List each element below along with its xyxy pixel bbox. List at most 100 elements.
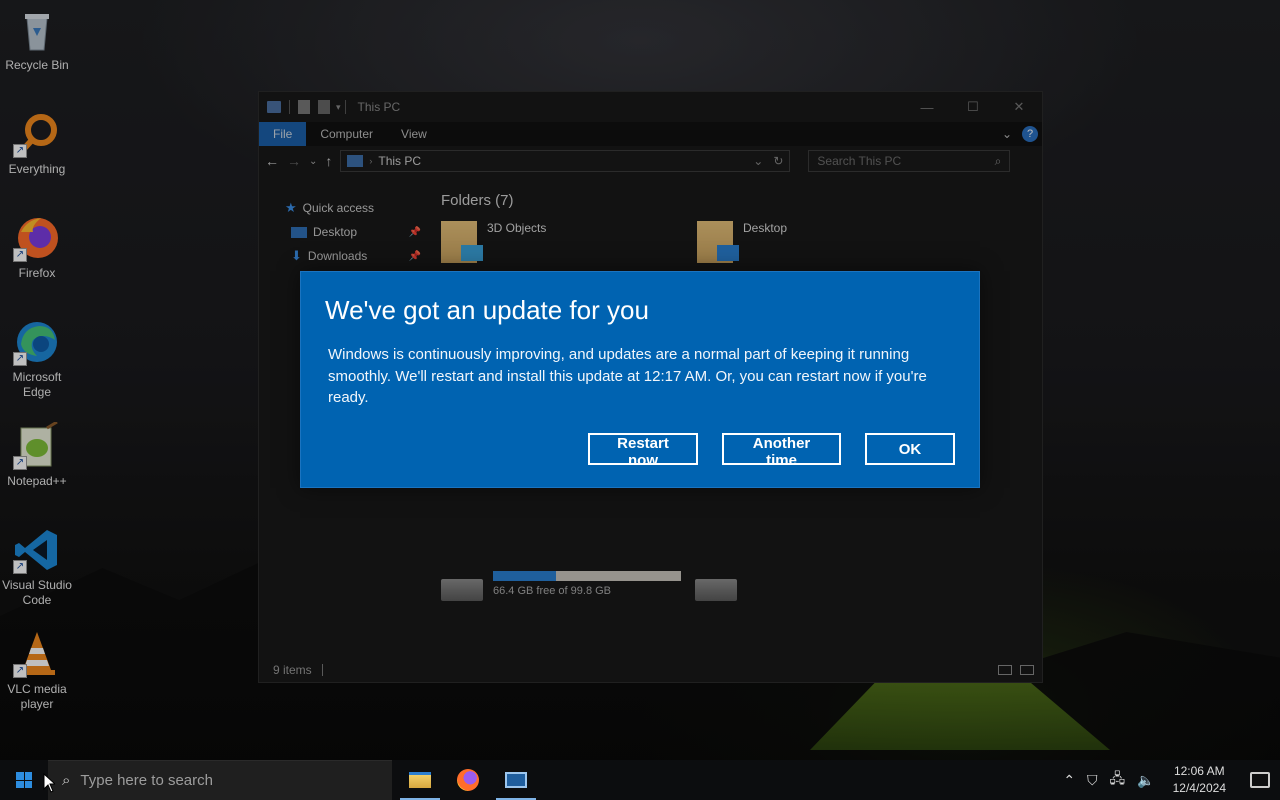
tab-computer[interactable]: Computer [306,122,387,146]
download-arrow-icon: ⬇ [291,248,302,263]
everything-icon: ↗ [13,110,61,158]
taskbar-app-window[interactable] [492,760,540,800]
shortcut-arrow-icon: ↗ [13,456,27,470]
properties-icon[interactable] [298,100,310,114]
nav-item-desktop[interactable]: Desktop 📌 [259,220,429,244]
search-box[interactable]: Search This PC ⌕ [808,150,1011,172]
search-placeholder: Search This PC [817,154,902,168]
separator [344,100,346,114]
start-button[interactable] [0,760,48,800]
desktop-icon-label: Visual Studio Code [2,578,72,607]
shortcut-arrow-icon: ↗ [13,248,27,262]
notifications-icon[interactable] [1250,772,1270,788]
address-dropdown-icon[interactable]: ⌄ [753,154,763,168]
tab-view[interactable]: View [387,122,441,146]
address-text: This PC [378,154,422,168]
desktop-icon-microsoft-edge[interactable]: ↗ Microsoft Edge [0,312,74,400]
desktop-icon-visual-studio-code[interactable]: ↗ Visual Studio Code [0,520,74,608]
status-bar: 9 items [259,658,1042,682]
mouse-cursor-icon [43,773,55,793]
customize-quick-access-icon[interactable]: ▾ [336,102,341,113]
desktop-icon-label: Recycle Bin [5,58,69,72]
folder-3d-objects[interactable]: 3D Objects [441,221,546,263]
window-controls: — ☐ ✕ [904,92,1042,122]
view-switcher [998,665,1042,675]
taskbar: ⌕ Type here to search ⌃ ⛉ 🖧 🔈 12:06 AM 1… [0,760,1280,800]
dialog-title: We've got an update for you [325,295,649,325]
desktop-icon-label: VLC media player [7,682,67,711]
show-hidden-icons-icon[interactable]: ⌃ [1063,772,1075,789]
update-dialog: We've got an update for you Windows is c… [300,271,980,488]
recent-locations-icon[interactable]: ⌄ [309,156,317,167]
this-pc-icon [267,101,281,113]
file-explorer-icon [409,772,431,788]
desktop-icon-firefox[interactable]: ↗ Firefox [0,208,74,281]
desktop-icon-vlc-media-player[interactable]: ↗ VLC media player [0,624,74,712]
separator [321,664,323,676]
this-pc-icon [347,155,364,167]
dialog-body: Windows is continuously improving, and u… [328,346,927,406]
back-arrow-icon[interactable]: ← [265,153,279,169]
shortcut-arrow-icon: ↗ [13,560,27,574]
address-bar[interactable]: › This PC ⌄ ↻ [340,150,791,172]
folder-desktop[interactable]: Desktop [697,221,787,263]
up-arrow-icon[interactable]: ↑ [325,153,332,169]
forward-arrow-icon[interactable]: → [287,153,301,169]
address-tail: ⌄ ↻ [753,154,783,168]
firefox-icon: ↗ [13,214,61,262]
ribbon-right: ⌄ ? [1002,122,1042,146]
details-view-icon[interactable] [998,665,1012,675]
drive-dvd[interactable] [695,571,737,601]
clock-time: 12:06 AM [1173,764,1225,778]
help-icon[interactable]: ? [1022,126,1038,142]
another-time-button[interactable]: Another time [722,433,841,469]
folder-label: Desktop [743,221,788,235]
drive-usage-bar [493,571,681,581]
folders-group-header[interactable]: Folders (7) [441,192,1042,209]
recycle-bin-icon [13,6,61,54]
clock-date: 12/4/2024 [1172,781,1226,795]
ribbon-tabs: File Computer View ⌄ ? [259,122,1042,146]
expand-ribbon-icon[interactable]: ⌄ [1002,127,1012,141]
windows-logo-icon [16,772,32,788]
clock[interactable]: 12:06 AM 12/4/2024 [1167,763,1232,797]
navigation-bar: ← → ⌄ ↑ › This PC ⌄ ↻ Search This PC ⌕ [259,146,1042,176]
hard-drive-icon [441,579,483,601]
item-count: 9 items [273,663,312,677]
desktop-icon-recycle-bin[interactable]: Recycle Bin [0,0,74,73]
search-icon: ⌕ [994,153,1002,168]
close-button[interactable]: ✕ [996,92,1042,122]
system-tray: ⌃ ⛉ 🖧 🔈 12:06 AM 12/4/2024 [1063,760,1280,800]
app-window-icon [505,772,527,788]
explorer-titlebar[interactable]: ▾ This PC — ☐ ✕ [259,92,1042,122]
ok-button[interactable]: OK [865,433,955,465]
nav-label: Downloads [307,249,368,263]
optical-drive-icon [695,579,737,601]
vlc-icon: ↗ [13,630,61,678]
volume-muted-icon[interactable]: 🔈 [1137,772,1154,789]
refresh-icon[interactable]: ↻ [773,154,783,168]
restart-now-button[interactable]: Restart now [588,433,698,469]
chevron-right-icon: › [369,156,373,166]
taskbar-search-box[interactable]: ⌕ Type here to search [48,760,392,800]
taskbar-search-placeholder: Type here to search [80,772,213,789]
taskbar-app-firefox[interactable] [444,760,492,800]
drive-local-disk[interactable]: 66.4 GB free of 99.8 GB [441,571,681,601]
window-title: This PC [357,100,401,114]
search-icon: ⌕ [62,772,71,789]
taskbar-app-file-explorer[interactable] [396,760,444,800]
network-icon[interactable]: 🖧 [1110,768,1126,792]
security-icon[interactable]: ⛉ [1087,772,1098,789]
folder-icon [441,221,483,263]
minimize-button[interactable]: — [904,92,950,122]
taskbar-apps [396,760,540,800]
drive-info: 66.4 GB free of 99.8 GB [493,571,681,597]
large-icons-view-icon[interactable] [1020,665,1034,675]
desktop-icon-everything[interactable]: ↗ Everything [0,104,74,177]
tab-file[interactable]: File [259,122,307,146]
new-folder-icon[interactable] [318,100,330,114]
desktop-icon-notepad-plus-plus[interactable]: ↗ Notepad++ [0,416,74,489]
nav-item-downloads[interactable]: ⬇ Downloads 📌 [259,244,429,268]
maximize-button[interactable]: ☐ [950,92,996,122]
nav-item-quick-access[interactable]: ★ Quick access [259,196,429,220]
